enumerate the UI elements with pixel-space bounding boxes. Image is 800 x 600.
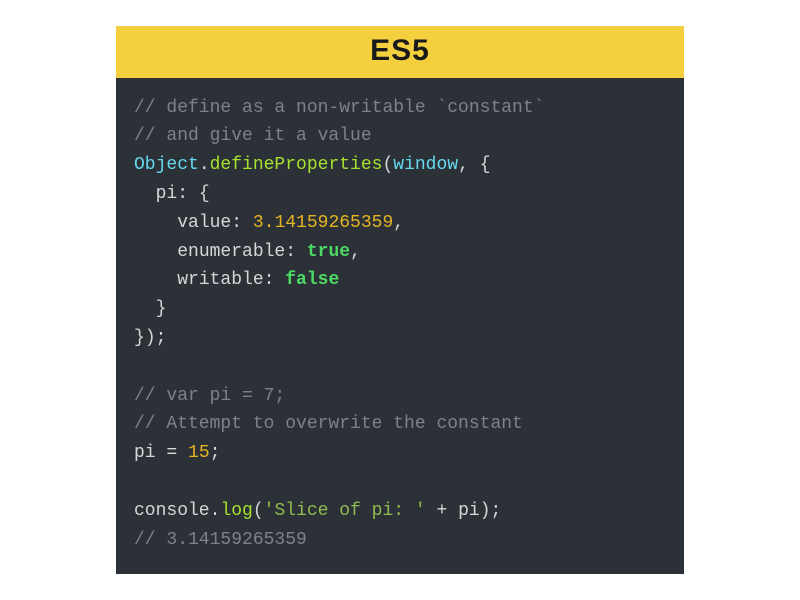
token-object: Object [134,155,199,175]
comment-line: // and give it a value [134,126,372,146]
code-snippet-card: ES5 // define as a non-writable `constan… [116,26,684,575]
token-string: 'Slice of pi: ' [264,501,426,521]
token-number: 3.14159265359 [253,213,393,233]
token-boolean: true [307,242,350,262]
comment-line: // Attempt to overwrite the constant [134,414,523,434]
token-paren-semi: ); [480,501,502,521]
token-assign: = [156,443,188,463]
token-paren: ( [382,155,393,175]
snippet-title: ES5 [116,26,684,78]
token-window: window [393,155,458,175]
token-colon: : [177,184,199,204]
code-block: // define as a non-writable `constant` /… [116,78,684,575]
indent [134,299,156,319]
token-comma: , [458,155,480,175]
indent [134,270,177,290]
token-key: writable [177,270,263,290]
token-paren-semi: ); [145,328,167,348]
token-key: pi [156,184,178,204]
indent [134,242,177,262]
indent [134,213,177,233]
token-brace: } [156,299,167,319]
token-colon: : [264,270,286,290]
comment-line: // 3.14159265359 [134,530,307,550]
token-number: 15 [188,443,210,463]
token-paren: ( [253,501,264,521]
comment-line: // var pi = 7; [134,386,285,406]
token-console: console [134,501,210,521]
indent [134,184,156,204]
token-plus: + [426,501,458,521]
token-brace: } [134,328,145,348]
token-function: log [220,501,252,521]
token-identifier: pi [134,443,156,463]
token-boolean: false [285,270,339,290]
token-key: enumerable [177,242,285,262]
token-brace: { [199,184,210,204]
token-identifier: pi [458,501,480,521]
token-dot: . [210,501,221,521]
token-colon: : [285,242,307,262]
token-function: defineProperties [210,155,383,175]
token-semi: ; [210,443,221,463]
token-brace: { [480,155,491,175]
token-dot: . [199,155,210,175]
token-comma: , [350,242,361,262]
comment-line: // define as a non-writable `constant` [134,98,544,118]
token-key: value [177,213,231,233]
token-colon: : [231,213,253,233]
token-comma: , [393,213,404,233]
